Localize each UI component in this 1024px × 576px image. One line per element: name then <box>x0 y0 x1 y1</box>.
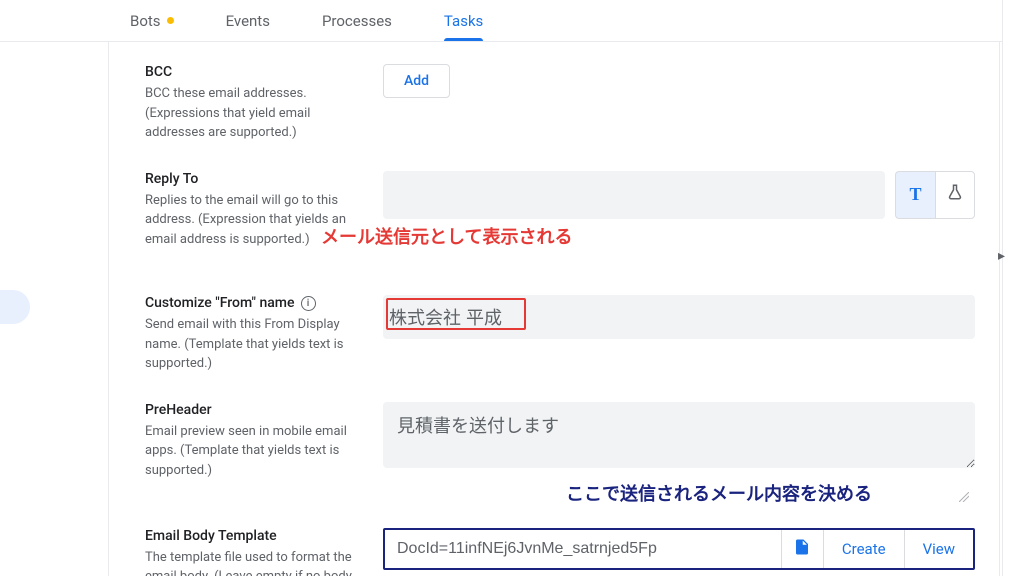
fromname-input[interactable] <box>383 295 975 339</box>
flask-icon <box>946 183 964 206</box>
tab-events[interactable]: Events <box>212 0 284 41</box>
field-row-preheader: PreHeader Email preview seen in mobile e… <box>109 394 999 526</box>
text-icon: T <box>909 184 921 205</box>
annotation-blue-body: ここで送信されるメール内容を決める <box>383 480 975 506</box>
document-browse-button[interactable] <box>782 530 824 568</box>
tab-label: Tasks <box>444 12 483 30</box>
resize-handle-icon <box>959 492 969 502</box>
tab-label: Bots <box>130 12 161 30</box>
docid-input[interactable] <box>385 530 782 568</box>
create-template-button[interactable]: Create <box>824 530 905 568</box>
field-title-text: Customize "From" name <box>145 295 295 311</box>
chevron-right-icon[interactable]: ▸ <box>998 248 1005 264</box>
field-desc: Send email with this From Display name. … <box>145 315 359 374</box>
field-desc: Email preview seen in mobile email apps.… <box>145 422 359 481</box>
tab-label: Events <box>226 12 270 30</box>
replyto-input[interactable] <box>383 171 885 219</box>
field-row-bcc: BCC BCC these email addresses. (Expressi… <box>109 56 999 163</box>
warning-dot-icon <box>167 17 174 24</box>
top-tabs: Bots Events Processes Tasks <box>0 0 1024 42</box>
field-title: BCC <box>145 64 359 80</box>
field-title: PreHeader <box>145 402 359 418</box>
tab-bots[interactable]: Bots <box>116 0 188 41</box>
field-title: Email Body Template <box>145 528 359 544</box>
field-row-replyto: Reply To Replies to the email will go to… <box>109 163 999 270</box>
right-rail: ▸ <box>1002 0 1024 576</box>
view-template-button[interactable]: View <box>905 530 973 568</box>
info-icon[interactable]: i <box>301 296 316 311</box>
settings-scroll[interactable]: BCC BCC these email addresses. (Expressi… <box>109 42 999 576</box>
field-desc: BCC these email addresses. (Expressions … <box>145 84 359 143</box>
field-desc: The template file used to format the ema… <box>145 548 359 576</box>
tab-label: Processes <box>322 12 392 30</box>
tab-processes[interactable]: Processes <box>308 0 406 41</box>
annotation-blue-box: Create View <box>383 528 975 570</box>
sidebar-collapse-handle[interactable] <box>0 290 30 324</box>
document-icon <box>793 538 811 560</box>
settings-panel: BCC BCC these email addresses. (Expressi… <box>108 42 1000 576</box>
text-mode-button[interactable]: T <box>895 171 935 219</box>
add-button[interactable]: Add <box>383 64 450 98</box>
expression-mode-button[interactable] <box>935 171 975 219</box>
field-row-bodytemplate: Email Body Template The template file us… <box>109 526 999 576</box>
preheader-input[interactable] <box>383 402 975 468</box>
field-title: Reply To <box>145 171 359 187</box>
field-title: Customize "From" name i <box>145 295 359 311</box>
field-row-fromname: Customize "From" name i Send email with … <box>109 269 999 394</box>
field-desc: Replies to the email will go to this add… <box>145 191 359 250</box>
tab-tasks[interactable]: Tasks <box>430 0 497 41</box>
